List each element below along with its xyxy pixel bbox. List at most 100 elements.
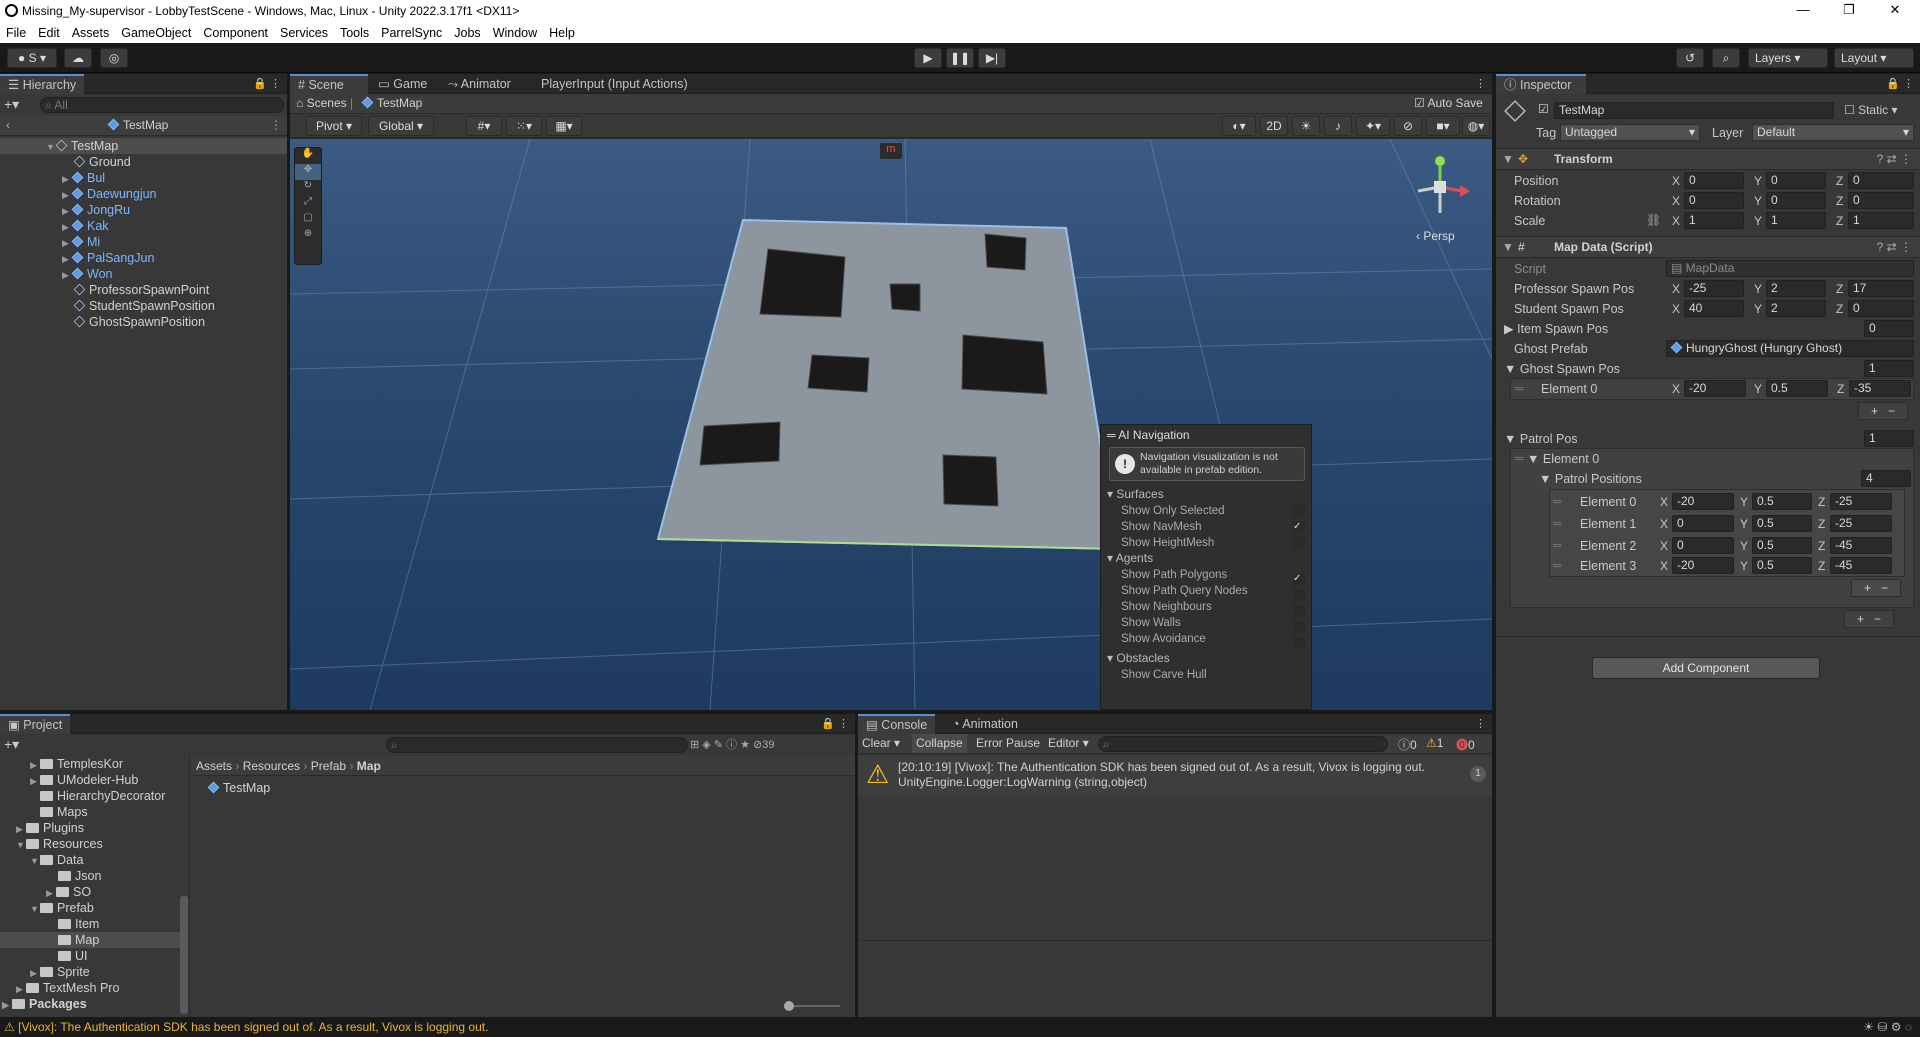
clear-button[interactable]: Clear ▾ <box>862 736 900 750</box>
show-path-polygons-toggle[interactable]: Show Path Polygons <box>1121 567 1248 583</box>
tab-game[interactable]: ▭ Game <box>370 74 435 94</box>
patrol-positions-count[interactable]: 4 <box>1861 470 1911 487</box>
back-icon[interactable]: ‹ <box>6 118 10 132</box>
collab-icon[interactable]: ◎ <box>100 48 128 68</box>
render-grid-icon[interactable]: ▦▾ <box>546 116 582 136</box>
patrol-el-z[interactable]: -25 <box>1830 515 1892 532</box>
console-menu-icon[interactable]: ⋮ <box>1475 717 1486 730</box>
layers-dropdown[interactable]: Layers ▾ <box>1748 48 1828 68</box>
cloud-icon[interactable]: ☁ <box>64 48 92 68</box>
tree-item-won[interactable]: ▶ Won <box>62 266 112 282</box>
tree-item-ghostspawnposition[interactable]: GhostSpawnPosition <box>73 314 205 330</box>
patrol-el-z[interactable]: -45 <box>1830 557 1892 574</box>
step-button[interactable]: ▶| <box>978 48 1006 68</box>
checkbox-checked[interactable]: ✓ <box>1293 573 1305 585</box>
item-spawn-label[interactable]: ▶ Item Spawn Pos <box>1504 321 1608 337</box>
obstacles-header[interactable]: ▾ Obstacles <box>1107 651 1170 665</box>
tree-item-jongru[interactable]: ▶ JongRu <box>62 202 130 218</box>
ghost-el-z-field[interactable]: -35 <box>1849 380 1911 397</box>
drag-handle-icon[interactable]: ═ <box>1553 494 1562 508</box>
tab-project[interactable]: ▣ Project <box>0 714 71 734</box>
snap-increment-icon[interactable]: ⁙▾ <box>506 116 542 136</box>
menu-file[interactable]: File <box>6 26 26 40</box>
tool-transform-icon[interactable]: ⊕ <box>295 228 321 244</box>
tree-item-mi[interactable]: ▶ Mi <box>62 234 100 250</box>
mode-2d-button[interactable]: 2D <box>1260 116 1288 136</box>
remove-icon[interactable]: − <box>1874 612 1881 626</box>
play-button[interactable]: ▶ <box>914 48 942 68</box>
checkbox-unchecked[interactable] <box>1293 605 1305 617</box>
patrol-element-label[interactable]: ▼ Element 0 <box>1527 451 1599 467</box>
patrol-el-y[interactable]: 0.5 <box>1752 537 1812 554</box>
folder-templeskor[interactable]: ▶ TemplesKor <box>30 756 123 772</box>
auto-save-toggle[interactable]: ☑ Auto Save <box>1414 96 1483 110</box>
folder-sprite[interactable]: ▶ Sprite <box>30 964 90 980</box>
icon-size-slider-thumb[interactable] <box>784 1001 794 1011</box>
layout-dropdown[interactable]: Layout ▾ <box>1834 48 1914 68</box>
add-icon[interactable]: + <box>1857 612 1864 626</box>
checkbox-unchecked[interactable] <box>1293 589 1305 601</box>
tree-item-daewungjun[interactable]: ▶ Daewungjun <box>62 186 157 202</box>
tree-item-bul[interactable]: ▶ Bul <box>62 170 105 186</box>
menu-edit[interactable]: Edit <box>38 26 60 40</box>
show-carve-hull-toggle[interactable]: Show Carve Hull <box>1121 667 1207 683</box>
tab-console[interactable]: ▤ Console <box>858 714 936 734</box>
menu-tools[interactable]: Tools <box>340 26 369 40</box>
create-asset-button[interactable]: +▾ <box>4 736 19 753</box>
constrain-proportions-icon[interactable]: ⛓ <box>1646 213 1661 227</box>
patrol-el-x[interactable]: 0 <box>1672 537 1734 554</box>
menu-services[interactable]: Services <box>280 26 328 40</box>
patrol-el-y[interactable]: 0.5 <box>1752 515 1812 532</box>
patrol-el-x[interactable]: 0 <box>1672 515 1734 532</box>
position-y-field[interactable]: 0 <box>1766 172 1826 189</box>
menu-gameobject[interactable]: GameObject <box>121 26 191 40</box>
checkbox-unchecked[interactable] <box>1293 537 1305 549</box>
show-path-query-nodes-toggle[interactable]: Show Path Query Nodes <box>1121 583 1248 599</box>
add-icon[interactable]: + <box>1871 404 1878 418</box>
menu-window[interactable]: Window <box>493 26 537 40</box>
position-x-field[interactable]: 0 <box>1684 172 1744 189</box>
patrol-pos-label[interactable]: ▼ Patrol Pos <box>1504 431 1578 447</box>
prof-x-field[interactable]: -25 <box>1684 280 1744 297</box>
tab-animator[interactable]: ⤳ Animator <box>440 74 519 94</box>
patrol-el-z[interactable]: -45 <box>1830 537 1892 554</box>
breadcrumb-testmap[interactable]: TestMap <box>361 96 422 110</box>
agents-header[interactable]: ▾ Agents <box>1107 551 1153 565</box>
tab-hierarchy[interactable]: ☰ Hierarchy <box>0 74 85 94</box>
prefab-menu-icon[interactable]: ⋮ <box>270 118 282 132</box>
maximize-button[interactable]: ❐ <box>1826 0 1872 22</box>
scale-y-field[interactable]: 1 <box>1766 212 1826 229</box>
scene-viewport[interactable]: ✋ ✥ ↻ ⤢ ▢ ⊕ m ‹ Persp ═ AI Navigation ! … <box>290 139 1492 710</box>
menu-assets[interactable]: Assets <box>72 26 110 40</box>
folder-data[interactable]: ▼ Data <box>30 852 83 868</box>
student-x-field[interactable]: 40 <box>1684 300 1744 317</box>
component-menu-icon[interactable]: ? ⇄ ⋮ <box>1877 240 1912 254</box>
folder-resources[interactable]: ▼ Resources <box>16 836 103 852</box>
position-z-field[interactable]: 0 <box>1848 172 1914 189</box>
tab-inspector[interactable]: ⓘ Inspector <box>1496 74 1586 94</box>
object-name-field[interactable]: TestMap <box>1554 102 1834 119</box>
folder-maps[interactable]: Maps <box>30 804 88 820</box>
camera-icon[interactable]: ■▾ <box>1426 116 1460 136</box>
ghost-prefab-field[interactable]: HungryGhost (Hungry Ghost) <box>1666 340 1914 357</box>
hierarchy-menu-icon[interactable]: 🔒 ⋮ <box>253 77 281 90</box>
log-count-toggle[interactable]: ⓘ0 <box>1398 736 1417 753</box>
scale-z-field[interactable]: 1 <box>1848 212 1914 229</box>
tree-item-professorspawnpoint[interactable]: ProfessorSpawnPoint <box>73 282 209 298</box>
ghost-spawn-count[interactable]: 1 <box>1864 360 1914 377</box>
add-component-button[interactable]: Add Component <box>1592 657 1820 679</box>
tool-hand-icon[interactable]: ✋ <box>295 148 321 164</box>
prof-z-field[interactable]: 17 <box>1848 280 1914 297</box>
surfaces-header[interactable]: ▾ Surfaces <box>1107 487 1164 501</box>
tool-rect-icon[interactable]: ▢ <box>295 212 321 228</box>
orientation-gizmo[interactable] <box>1400 147 1480 227</box>
active-checkbox[interactable]: ☑ <box>1538 102 1549 116</box>
tool-scale-icon[interactable]: ⤢ <box>295 196 321 212</box>
gizmos-icon[interactable]: ◍▾ <box>1462 116 1490 136</box>
account-button[interactable]: ● S ▾ <box>7 48 57 68</box>
breadcrumb-scenes[interactable]: ⌂ Scenes <box>296 96 347 110</box>
patrol-pos-count[interactable]: 1 <box>1864 430 1914 447</box>
tag-dropdown[interactable]: Untagged ▾ <box>1560 124 1700 141</box>
scene-menu-icon[interactable]: ⋮ <box>1475 77 1486 90</box>
minimize-button[interactable]: — <box>1780 0 1826 22</box>
